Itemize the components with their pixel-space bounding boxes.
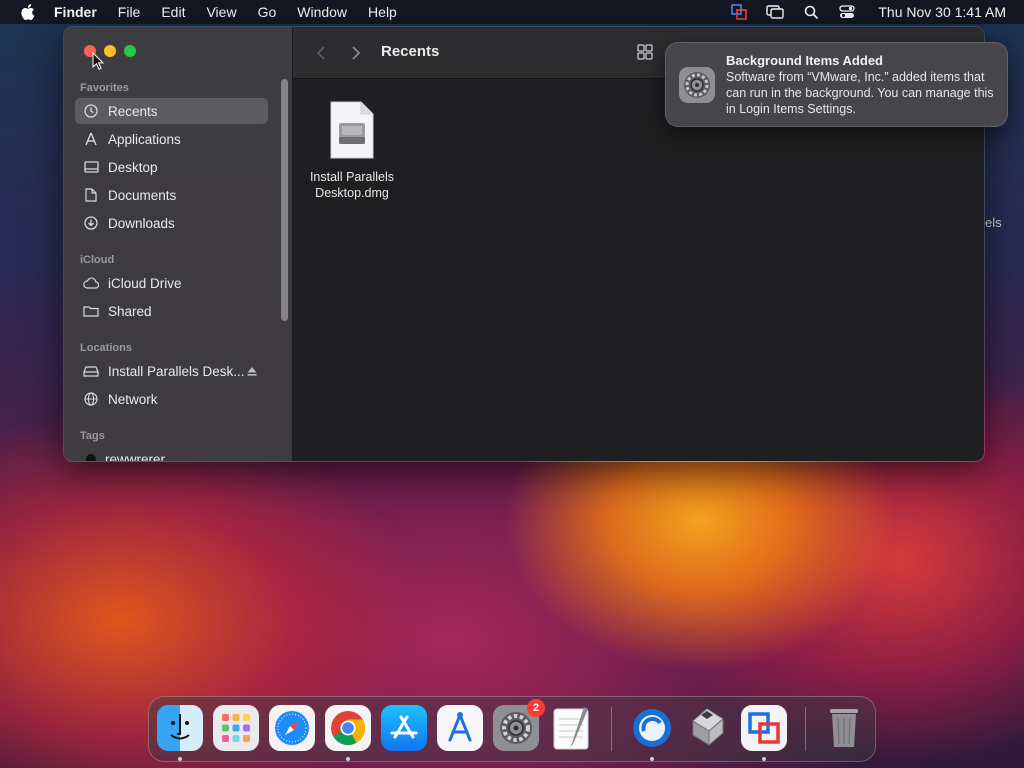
- sidebar-item-icloud-drive[interactable]: iCloud Drive: [75, 270, 268, 296]
- dock-finder-icon[interactable]: [157, 705, 203, 751]
- parallels-icon[interactable]: [730, 4, 748, 20]
- sidebar-item-label: Downloads: [108, 215, 175, 231]
- section-tags: Tags: [80, 430, 105, 442]
- sidebar-item-label: Documents: [108, 187, 177, 203]
- apple-menu-icon[interactable]: [18, 3, 36, 21]
- menu-window[interactable]: Window: [297, 4, 347, 20]
- notification-title: Background Items Added: [726, 53, 883, 68]
- menu-help[interactable]: Help: [368, 4, 397, 20]
- dock-boot-camp-icon[interactable]: [685, 705, 731, 751]
- running-indicator: [762, 757, 766, 761]
- dock-chrome-icon[interactable]: [325, 705, 371, 751]
- running-indicator: [178, 757, 182, 761]
- sidebar-item-recents[interactable]: Recents: [75, 98, 268, 124]
- system-settings-gear-icon: [678, 66, 716, 104]
- dock-safari-icon[interactable]: [269, 705, 315, 751]
- spotlight-icon[interactable]: [802, 4, 820, 20]
- sidebar-item-applications[interactable]: Applications: [75, 126, 268, 152]
- control-center-icon[interactable]: [838, 4, 856, 20]
- section-locations: Locations: [80, 342, 132, 354]
- dock-separator: [611, 707, 612, 751]
- mouse-cursor-icon: [92, 51, 105, 70]
- sidebar-item-downloads[interactable]: Downloads: [75, 210, 268, 236]
- dock-textedit-icon[interactable]: [549, 705, 595, 751]
- notification-badge: 2: [527, 699, 545, 717]
- notification-banner[interactable]: Background Items Added Software from “VM…: [665, 42, 1008, 127]
- menu-clock[interactable]: Thu Nov 30 1:41 AM: [878, 4, 1006, 20]
- file-name-line1: Install Parallels: [309, 170, 395, 184]
- dock: 2: [148, 696, 876, 762]
- forward-chevron-icon[interactable]: [348, 43, 364, 63]
- finder-sidebar: Favorites Recents Applications Desktop D…: [64, 27, 293, 462]
- dock-parallels-icon[interactable]: [741, 705, 787, 751]
- sidebar-item-network[interactable]: Network: [75, 386, 268, 412]
- desktop-icon: [83, 159, 99, 175]
- window-title: Recents: [381, 43, 440, 60]
- sidebar-item-label: Network: [108, 391, 158, 407]
- cloud-icon: [83, 275, 99, 291]
- sidebar-item-label: Recents: [108, 103, 158, 119]
- sidebar-item-label: Install Parallels Desk...: [108, 363, 245, 379]
- tag-dot-icon: [86, 454, 96, 461]
- dmg-file-icon: [329, 101, 375, 159]
- file-name-line2: Desktop.dmg: [315, 186, 389, 200]
- dock-parallels-desktop-icon[interactable]: [629, 705, 675, 751]
- background-window-text: els: [985, 215, 1002, 230]
- zoom-button[interactable]: [124, 45, 136, 57]
- back-chevron-icon[interactable]: [313, 43, 329, 63]
- sidebar-item-label: iCloud Drive: [108, 275, 182, 291]
- dock-separator: [805, 707, 806, 751]
- sidebar-item-label: Shared: [108, 303, 152, 319]
- sidebar-item-label: Applications: [108, 131, 181, 147]
- network-globe-icon: [83, 391, 99, 407]
- sidebar-item-label: rewwrerer: [105, 451, 166, 462]
- menu-bar: Finder File Edit View Go Window Help Thu…: [0, 0, 1024, 24]
- dock-instruments-icon[interactable]: [437, 705, 483, 751]
- eject-icon[interactable]: [246, 365, 258, 377]
- sidebar-item-parallels-volume[interactable]: Install Parallels Desk...: [75, 358, 268, 384]
- dock-app-store-icon[interactable]: [381, 705, 427, 751]
- sidebar-item-shared[interactable]: Shared: [75, 298, 268, 324]
- running-indicator: [346, 757, 350, 761]
- running-indicator: [650, 757, 654, 761]
- sidebar-item-documents[interactable]: Documents: [75, 182, 268, 208]
- disk-icon: [83, 363, 99, 379]
- download-icon: [83, 215, 99, 231]
- minimize-button[interactable]: [104, 45, 116, 57]
- menu-app-name[interactable]: Finder: [54, 4, 97, 20]
- notification-body: Software from “VMware, Inc.” added items…: [726, 70, 994, 116]
- icon-view-grid-icon[interactable]: [637, 44, 653, 60]
- menu-edit[interactable]: Edit: [161, 4, 185, 20]
- dock-launchpad-icon[interactable]: [213, 705, 259, 751]
- menu-go[interactable]: Go: [258, 4, 277, 20]
- sidebar-item-label: Desktop: [108, 159, 158, 175]
- sidebar-scrollbar[interactable]: [281, 79, 288, 321]
- sidebar-item-desktop[interactable]: Desktop: [75, 154, 268, 180]
- dock-system-settings-icon[interactable]: 2: [493, 699, 545, 751]
- shared-folder-icon: [83, 303, 99, 319]
- applications-icon: [83, 131, 99, 147]
- screen-mirroring-icon[interactable]: [766, 4, 785, 20]
- menu-view[interactable]: View: [206, 4, 236, 20]
- menu-file[interactable]: File: [118, 4, 141, 20]
- document-icon: [83, 187, 99, 203]
- section-icloud: iCloud: [80, 254, 115, 266]
- clock-icon: [83, 103, 99, 119]
- file-item-dmg[interactable]: Install Parallels Desktop.dmg: [307, 101, 397, 201]
- dock-trash-icon[interactable]: [821, 705, 867, 751]
- sidebar-item-tag[interactable]: rewwrerer: [75, 446, 268, 462]
- section-favorites: Favorites: [80, 82, 129, 94]
